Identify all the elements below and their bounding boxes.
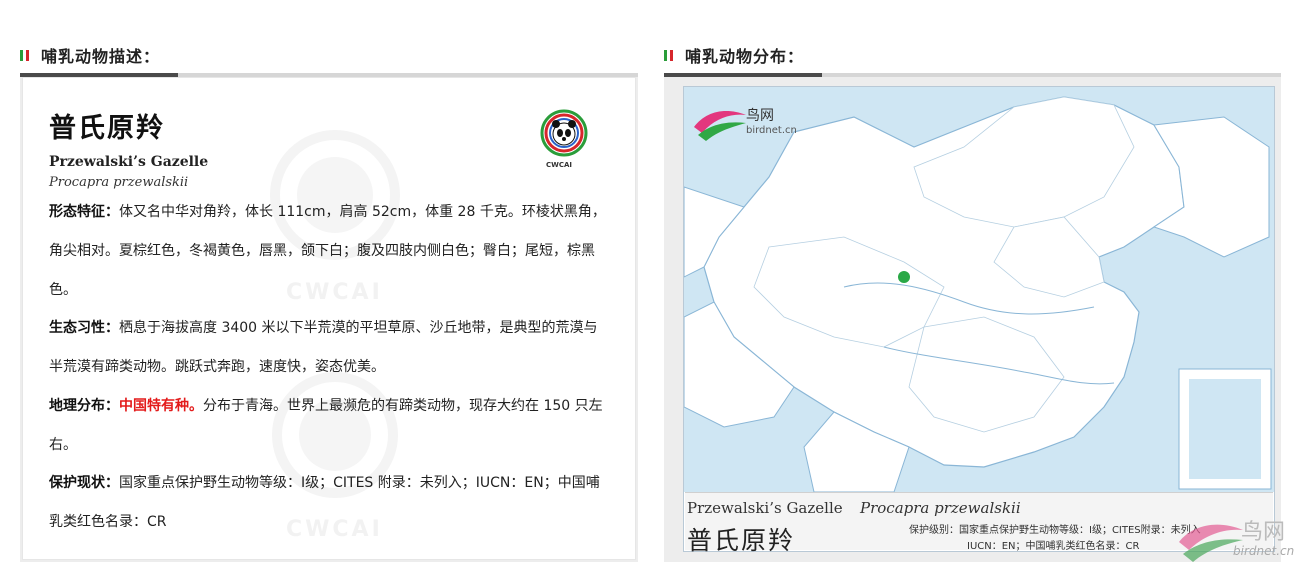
ecology-paragraph: 生态习性：栖息于海拔高度 3400 米以下半荒漠的平坦草原、沙丘地带，是典型的荒…: [49, 309, 609, 387]
corner-watermark-logo: 鸟网 birdnet.cn: [1175, 512, 1295, 572]
distribution-map: 鸟网 birdnet.cn Przewalski’s Gazelle Proca…: [683, 86, 1275, 555]
map-species-en: Przewalski’s Gazelle: [687, 499, 843, 517]
species-name-cn: 普氏原羚: [49, 113, 165, 144]
morphology-paragraph: 形态特征：体又名中华对角羚，体长 111cm，肩高 52cm，体重 28 千克。…: [49, 193, 609, 310]
distribution-title: 哺乳动物分布：: [685, 47, 805, 66]
ecology-label: 生态习性：: [49, 320, 119, 336]
distribution-header: 哺乳动物分布：: [664, 44, 804, 66]
map-species-cn: 普氏原羚: [687, 526, 796, 555]
flag-icon: [664, 49, 673, 61]
corner-logo-domain: birdnet.cn: [1233, 544, 1295, 558]
map-species-latin: Procapra przewalskii: [860, 499, 1021, 517]
range-dot: [898, 271, 910, 283]
distribution-label: 地理分布：: [49, 398, 119, 414]
morphology-text: 体又名中华对角羚，体长 111cm，肩高 52cm，体重 28 千克。环棱状黑角…: [49, 204, 606, 298]
cwcai-logo-text: CWCAI: [546, 161, 573, 169]
flag-icon: [20, 49, 29, 61]
morphology-label: 形态特征：: [49, 204, 119, 220]
description-header: 哺乳动物描述：: [20, 44, 160, 66]
ecology-text: 栖息于海拔高度 3400 米以下半荒漠的平坦草原、沙丘地带，是典型的荒漠与半荒漠…: [49, 320, 598, 375]
map-status-line2: IUCN：EN；中国哺乳类红色名录：CR: [967, 541, 1140, 552]
endemic-highlight: 中国特有种。: [119, 398, 203, 414]
description-panel: 哺乳动物描述： CWCAI CWCAI 普氏原羚 Przewalski’s Ga…: [0, 0, 650, 578]
cwcai-logo: CWCAI: [532, 107, 596, 171]
description-title: 哺乳动物描述：: [41, 47, 161, 66]
species-name-en: Przewalski’s Gazelle: [49, 154, 209, 170]
birdnet-logo-name: 鸟网: [746, 108, 774, 124]
distribution-paragraph: 地理分布：中国特有种。分布于青海。世界上最濒危的有蹄类动物，现存大约在 150 …: [49, 387, 609, 465]
china-map-graphic: [684, 87, 1274, 492]
birdnet-map-logo: 鸟网 birdnet.cn: [692, 101, 816, 147]
protection-paragraph: 保护现状：国家重点保护野生动物等级：Ⅰ级；CITES 附录：未列入；IUCN：E…: [49, 464, 604, 542]
panda-emblem-icon: [540, 109, 588, 157]
map-status-line1: 保护级别：国家重点保护野生动物等级：Ⅰ级；CITES附录：未列入: [909, 525, 1201, 536]
species-name-latin: Procapra przewalskii: [49, 175, 189, 190]
birdnet-logo-domain: birdnet.cn: [746, 125, 797, 136]
protection-text: 国家重点保护野生动物等级：Ⅰ级；CITES 附录：未列入；IUCN：EN；中国哺…: [49, 475, 600, 530]
protection-label: 保护现状：: [49, 475, 119, 491]
corner-logo-name: 鸟网: [1241, 520, 1286, 545]
birdnet-swoosh-icon: [694, 111, 746, 141]
